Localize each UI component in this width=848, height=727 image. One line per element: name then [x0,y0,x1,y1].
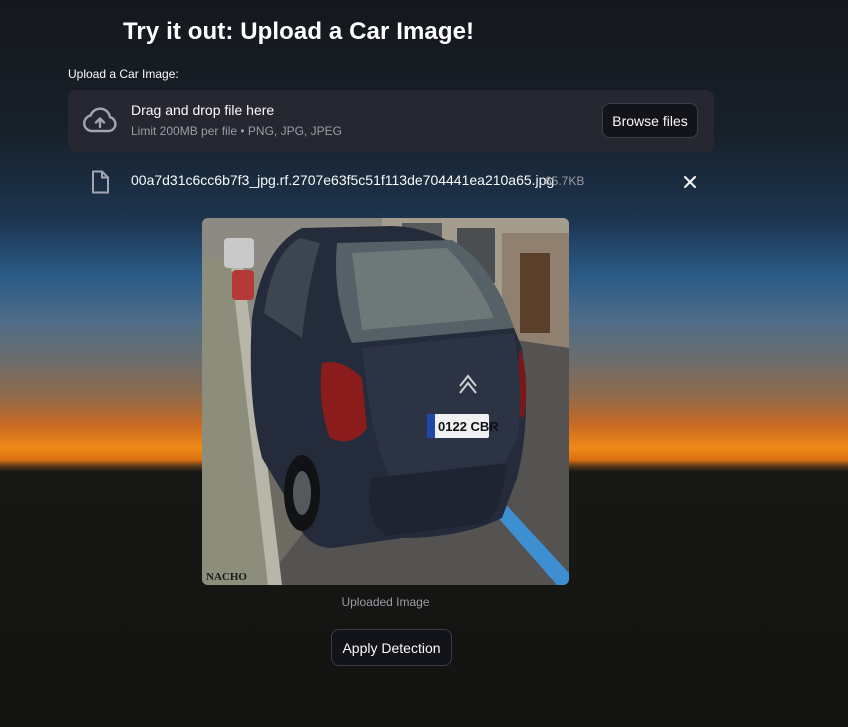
page-title: Try it out: Upload a Car Image! [123,18,475,45]
uploaded-car-image: 0122 CBR NACHO [202,218,569,585]
file-dropzone[interactable]: Drag and drop file here Limit 200MB per … [68,90,714,152]
uploaded-file-row: 00a7d31c6cc6b7f3_jpg.rf.2707e63f5c51f113… [88,168,708,196]
license-plate-text: 0122 CBR [438,419,499,434]
image-caption: Uploaded Image [341,595,430,609]
upload-label: Upload a Car Image: [68,67,179,81]
close-icon[interactable] [682,174,698,190]
cloud-upload-icon [83,107,117,133]
image-watermark: NACHO [206,571,247,583]
file-name: 00a7d31c6cc6b7f3_jpg.rf.2707e63f5c51f113… [131,172,555,188]
dropzone-limits: Limit 200MB per file • PNG, JPG, JPEG [131,124,342,138]
apply-detection-button[interactable]: Apply Detection [331,629,452,666]
file-size: 65.7KB [545,174,585,188]
file-icon [92,170,109,194]
dropzone-instructions: Drag and drop file here [131,102,275,118]
browse-files-button[interactable]: Browse files [602,103,698,138]
